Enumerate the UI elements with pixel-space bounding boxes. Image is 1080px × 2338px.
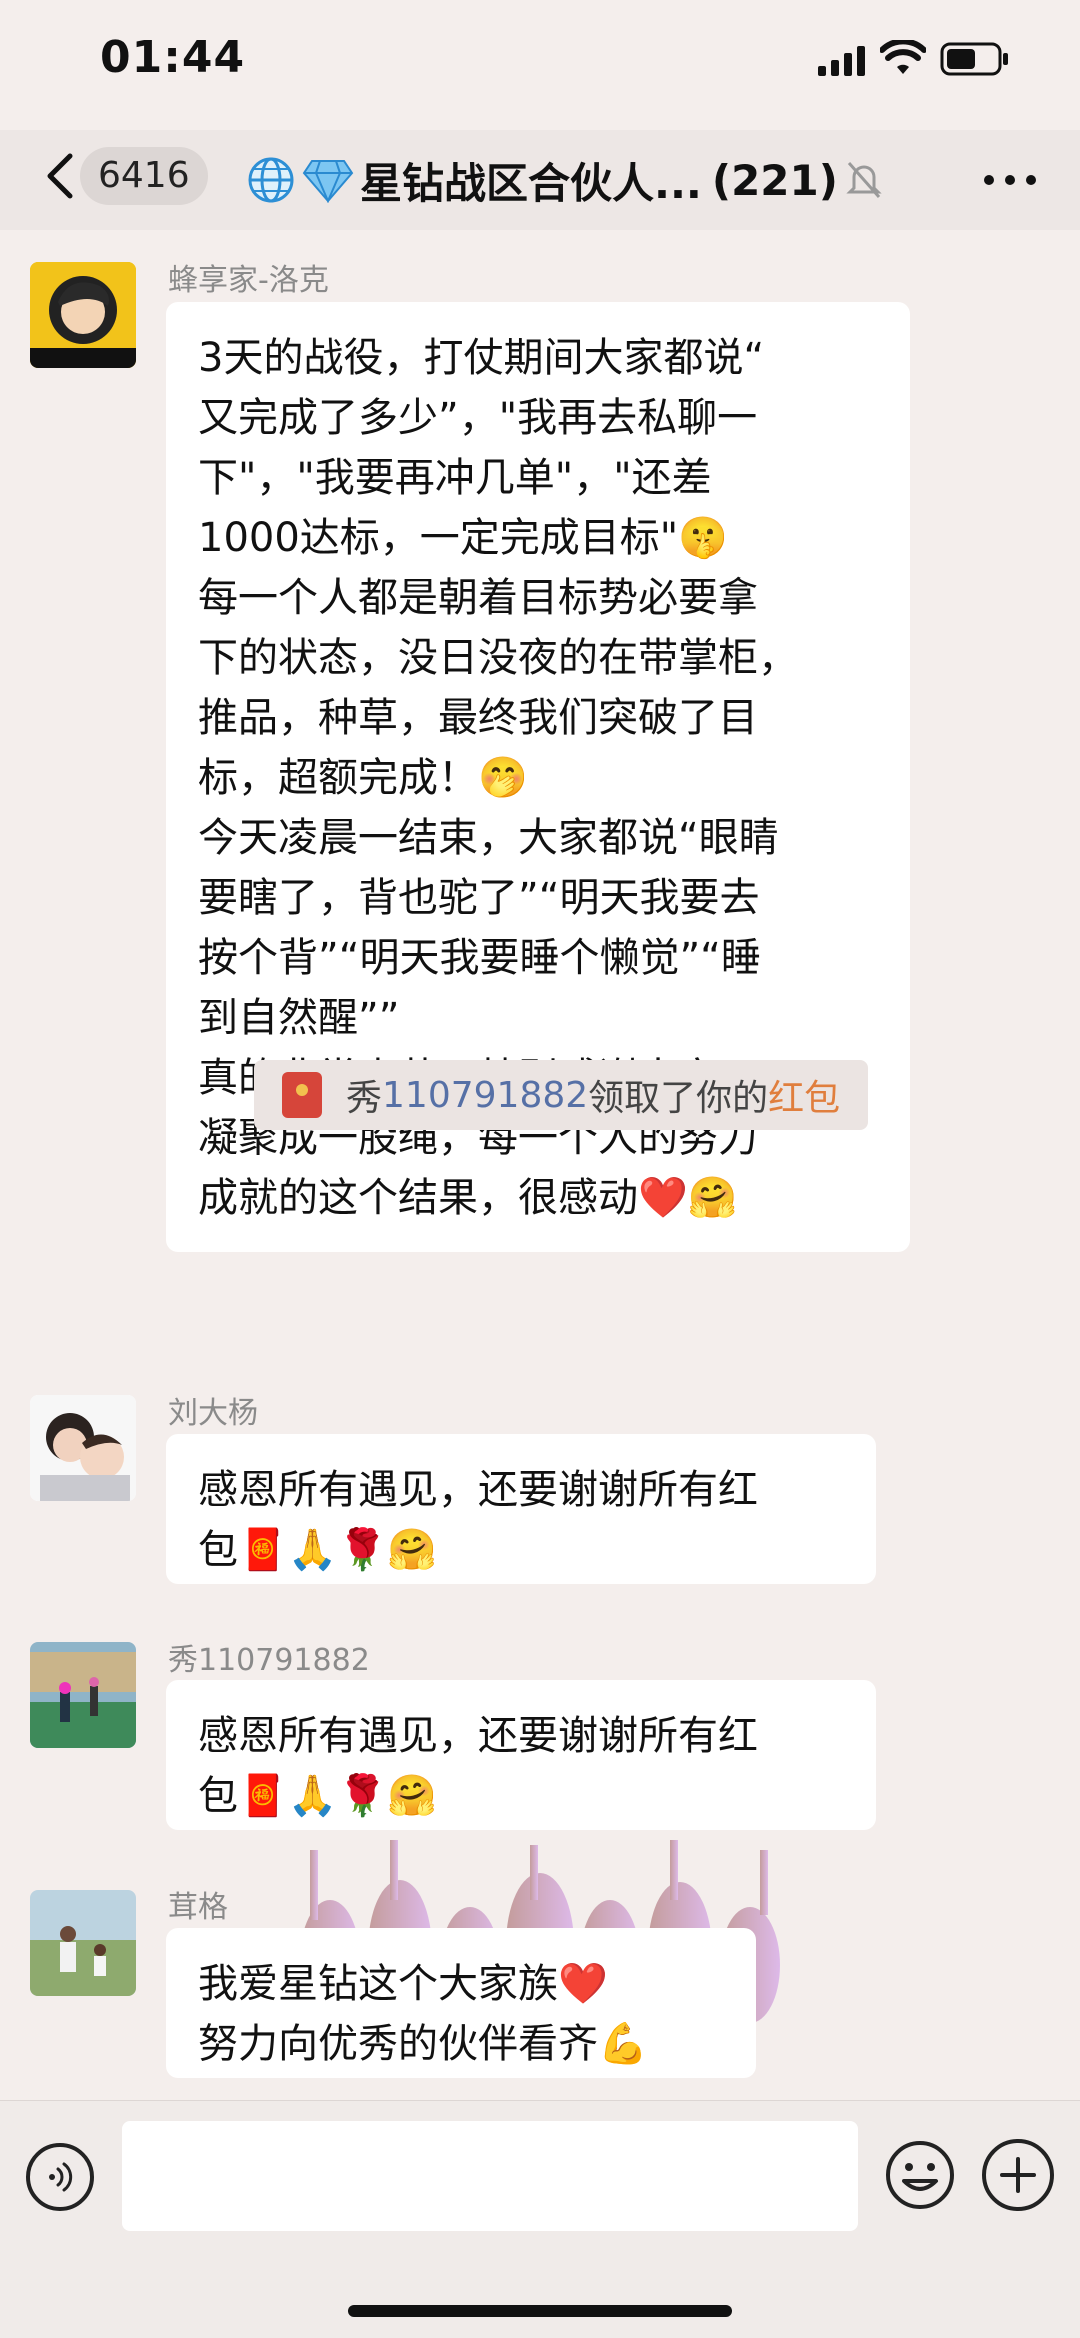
status-bar: 01:44 xyxy=(0,0,1080,130)
input-bar xyxy=(0,2100,1080,2338)
message-line: 每一个人都是朝着目标势必要拿 xyxy=(198,575,758,621)
message-line: 努力向优秀的伙伴看齐💪 xyxy=(198,2021,648,2067)
message-bubble[interactable]: 感恩所有遇见，还要谢谢所有红 包🧧🙏🌹🤗 xyxy=(166,1434,876,1584)
message-line: 感恩所有遇见，还要谢谢所有红 xyxy=(198,1713,758,1759)
message-line: 包🧧🙏🌹🤗 xyxy=(198,1773,438,1819)
message-line: 推品，种草，最终我们突破了目 xyxy=(198,695,758,741)
status-time: 01:44 xyxy=(100,32,246,83)
chevron-left-icon xyxy=(47,153,73,199)
battery-icon xyxy=(940,42,1010,80)
unread-count-badge[interactable]: 6416 xyxy=(80,147,208,205)
voice-icon xyxy=(49,2162,73,2192)
message-input[interactable] xyxy=(122,2121,858,2231)
avatar[interactable] xyxy=(30,1395,136,1501)
red-packet-icon xyxy=(282,1072,322,1118)
sender-name: 刘大杨 xyxy=(168,1396,258,1431)
message-bubble[interactable]: 我爱星钻这个大家族❤️ 努力向优秀的伙伴看齐💪 xyxy=(166,1928,756,2078)
notice-user-link[interactable]: 110791882 xyxy=(382,1075,588,1116)
more-dots-icon xyxy=(984,175,1036,185)
sender-name: 秀110791882 xyxy=(168,1643,370,1678)
message-line: 到自然醒”” xyxy=(198,995,400,1041)
message-line: 又完成了多少”，"我再去私聊一 xyxy=(198,395,758,441)
red-packet-notice: 秀 110791882 领取了你的 红包 xyxy=(254,1060,869,1130)
message-line: 感恩所有遇见，还要谢谢所有红 xyxy=(198,1467,758,1513)
message-line: 下"，"我要再冲几单"，"还差 xyxy=(198,455,712,501)
notice-text: 领取了你的 xyxy=(588,1078,769,1119)
message-line: 我爱星钻这个大家族❤️ xyxy=(198,1961,608,2007)
sender-name: 茸格 xyxy=(168,1890,228,1925)
globe-icon xyxy=(246,155,296,205)
avatar[interactable] xyxy=(30,1642,136,1748)
message-line: 成就的这个结果，很感动❤️🤗 xyxy=(198,1175,738,1221)
emoji-icon xyxy=(886,2141,954,2209)
message-line: 下的状态，没日没夜的在带掌柜， xyxy=(198,635,798,681)
sender-name: 蜂享家-洛克 xyxy=(168,263,329,298)
wifi-icon xyxy=(879,38,927,80)
message-line: 3天的战役，打仗期间大家都说“ xyxy=(198,335,765,381)
chat-header: 6416 星钻战区合伙人... (221) xyxy=(0,130,1080,230)
cellular-signal-icon xyxy=(818,46,868,80)
message-line: 标，超额完成！🤭 xyxy=(198,755,528,801)
more-functions-button[interactable] xyxy=(982,2139,1054,2211)
message-line: 按个背”“明天我要睡个懒觉”“睡 xyxy=(198,935,761,981)
message-line: 要瞎了，背也驼了”“明天我要去 xyxy=(198,875,760,921)
red-packet-link[interactable]: 红包 xyxy=(768,1069,840,1121)
avatar[interactable] xyxy=(30,1890,136,1996)
voice-button[interactable] xyxy=(26,2143,94,2211)
message-line: 今天凌晨一结束，大家都说“眼睛 xyxy=(198,815,779,861)
more-options-button[interactable] xyxy=(970,150,1050,210)
group-title: 星钻战区合伙人... xyxy=(360,158,702,208)
plus-icon xyxy=(1000,2157,1036,2193)
home-indicator[interactable] xyxy=(348,2305,732,2317)
message-bubble[interactable]: 感恩所有遇见，还要谢谢所有红 包🧧🙏🌹🤗 xyxy=(166,1680,876,1830)
message-list[interactable]: 蜂享家-洛克 3天的战役，打仗期间大家都说“ 又完成了多少”，"我再去私聊一 下… xyxy=(0,230,1080,2100)
diamond-icon xyxy=(302,157,354,203)
emoji-button[interactable] xyxy=(884,2139,956,2211)
back-button[interactable] xyxy=(34,146,84,206)
message-line: 1000达标，一定完成目标"🤫 xyxy=(198,515,728,561)
bell-muted-icon xyxy=(846,160,882,200)
message-line: 包🧧🙏🌹🤗 xyxy=(198,1527,438,1573)
notice-prefix: 秀 xyxy=(346,1078,383,1119)
avatar[interactable] xyxy=(30,262,136,368)
member-count: (221) xyxy=(711,155,838,205)
group-title-area[interactable]: 星钻战区合伙人... (221) xyxy=(246,150,882,210)
